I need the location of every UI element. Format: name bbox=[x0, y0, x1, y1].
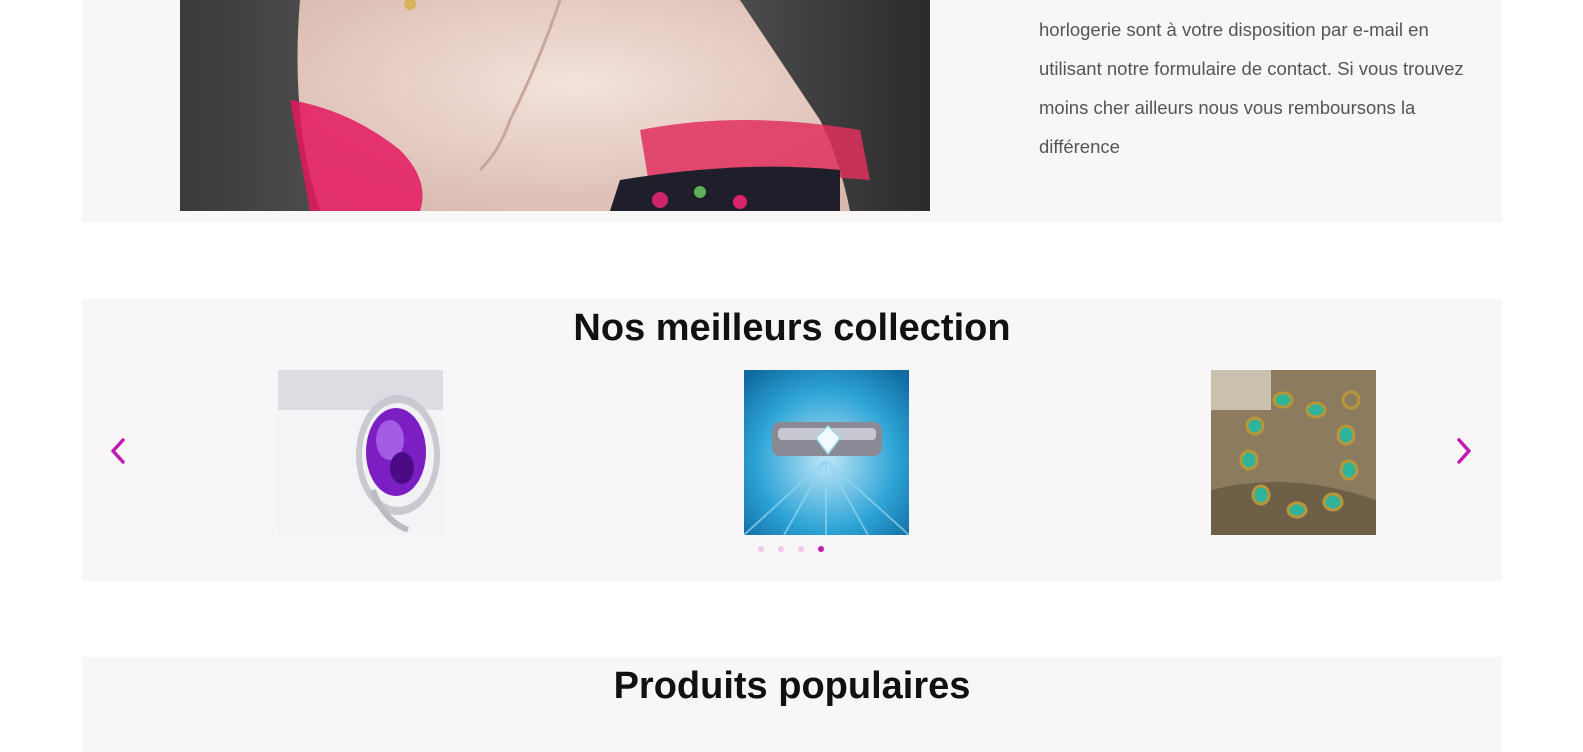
chevron-right-icon bbox=[1457, 438, 1471, 464]
collection-section: Nos meilleurs collection bbox=[82, 299, 1502, 581]
carousel-dot-active[interactable] bbox=[818, 546, 824, 552]
about-line: utilisant notre formulaire de contact. S… bbox=[1039, 58, 1464, 79]
popular-products-title: Produits populaires bbox=[613, 665, 971, 707]
purple-gem-ring-image bbox=[278, 370, 443, 535]
diamond-ring-blue-image bbox=[744, 370, 909, 535]
carousel-dot[interactable] bbox=[758, 546, 764, 552]
carousel-prev-button[interactable] bbox=[106, 436, 130, 466]
carousel-next-button[interactable] bbox=[1452, 436, 1476, 466]
about-line: moins cher ailleurs nous vous rembourson… bbox=[1039, 97, 1416, 118]
hero-model-photo bbox=[180, 0, 930, 211]
collection-slide-purple-ring[interactable] bbox=[278, 370, 443, 535]
carousel-dot[interactable] bbox=[778, 546, 784, 552]
turquoise-bracelet-image bbox=[1211, 370, 1376, 535]
about-section: horlogerie sont à votre disposition par … bbox=[82, 0, 1502, 222]
about-paragraph: horlogerie sont à votre disposition par … bbox=[1039, 0, 1486, 166]
collection-slide-diamond-ring[interactable] bbox=[744, 370, 909, 535]
chevron-left-icon bbox=[111, 438, 125, 464]
collection-title: Nos meilleurs collection bbox=[573, 307, 1011, 349]
about-line: horlogerie sont à votre disposition par … bbox=[1039, 19, 1429, 40]
collection-slide-turquoise-bracelet[interactable] bbox=[1211, 370, 1376, 535]
carousel-pagination bbox=[758, 546, 824, 552]
popular-products-section: Produits populaires bbox=[82, 657, 1502, 752]
carousel-dot[interactable] bbox=[798, 546, 804, 552]
about-line: différence bbox=[1039, 136, 1120, 157]
